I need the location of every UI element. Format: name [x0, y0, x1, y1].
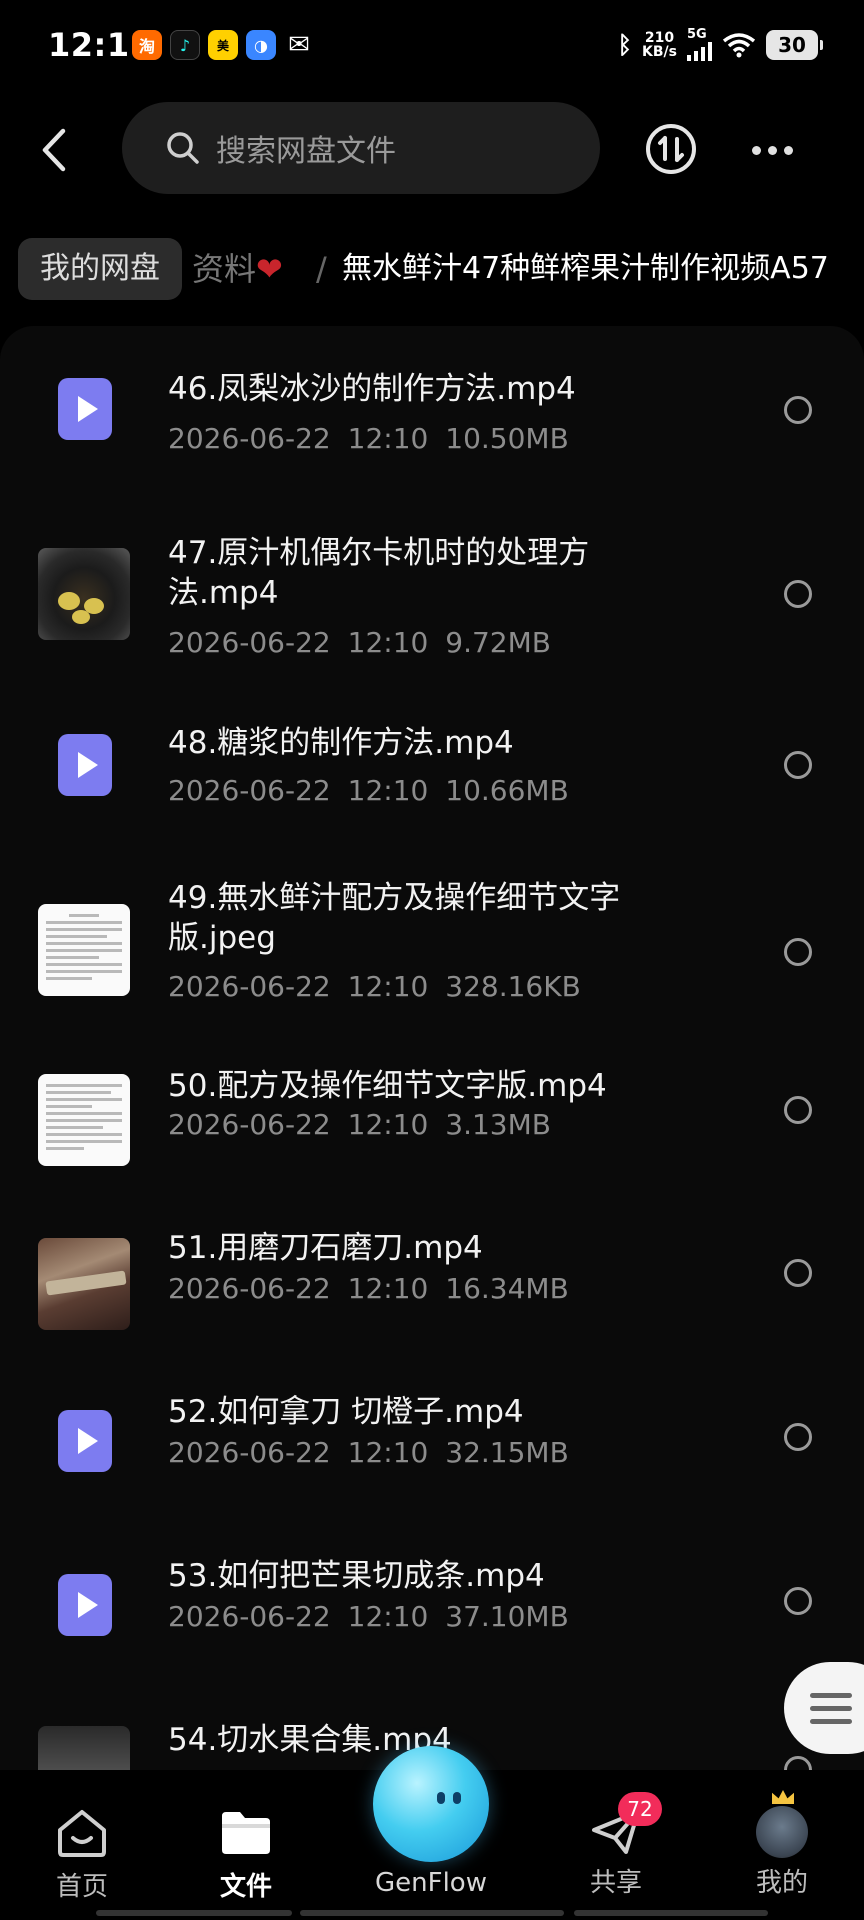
- file-meta: 2026-06-22 12:10 328.16KB: [168, 970, 581, 1003]
- avatar: [756, 1806, 808, 1858]
- file-name: 53.如何把芒果切成条.mp4: [168, 1558, 545, 1594]
- file-row[interactable]: 49.無水鲜汁配方及操作细节文字版.jpeg 2026-06-22 12:10 …: [0, 858, 864, 1042]
- video-file-icon: [58, 734, 112, 796]
- meituan-icon: 美: [208, 30, 238, 60]
- file-meta: 2026-06-22 12:10 10.50MB: [168, 422, 569, 455]
- file-row[interactable]: 50.配方及操作细节文字版.mp4 2026-06-22 12:10 3.13M…: [0, 1042, 864, 1206]
- select-radio[interactable]: [784, 396, 812, 424]
- breadcrumb: 资料❤ / 無水鲜汁47种鲜榨果汁制作视频A57 我的网盘: [0, 236, 864, 306]
- nav-item-home[interactable]: 首页: [22, 1806, 142, 1903]
- folder-icon: [222, 1812, 270, 1854]
- home-icon: [58, 1810, 106, 1857]
- nav-item-share[interactable]: 72 共享: [556, 1792, 676, 1899]
- nav-label-home: 首页: [55, 1872, 108, 1902]
- bluetooth-icon: ᛒ: [617, 30, 633, 59]
- nav-label-genflow: GenFlow: [375, 1868, 487, 1898]
- file-meta: 2026-06-22 12:10 37.10MB: [168, 1600, 569, 1633]
- crown-icon: [772, 1790, 794, 1804]
- select-radio[interactable]: [784, 580, 812, 608]
- heart-icon: ❤: [256, 250, 283, 288]
- file-name: 51.用磨刀石磨刀.mp4: [168, 1230, 483, 1266]
- back-button[interactable]: [30, 120, 78, 180]
- select-radio[interactable]: [784, 751, 812, 779]
- file-name: 49.無水鲜汁配方及操作细节文字版.jpeg: [168, 880, 621, 956]
- video-file-icon: [58, 1574, 112, 1636]
- share-badge: 72: [618, 1792, 662, 1826]
- file-meta: 2026-06-22 12:10 10.66MB: [168, 774, 569, 807]
- nav-item-files[interactable]: 文件: [186, 1806, 306, 1903]
- file-row[interactable]: 47.原汁机偶尔卡机时的处理方法.mp4 2026-06-22 12:10 9.…: [0, 510, 864, 694]
- net-speed-value: 210: [644, 29, 675, 46]
- file-name: 52.如何拿刀 切橙子.mp4: [168, 1394, 524, 1430]
- select-radio[interactable]: [784, 938, 812, 966]
- gesture-bar: [96, 1910, 292, 1916]
- video-thumbnail: [38, 1238, 130, 1330]
- genflow-eye: [437, 1792, 445, 1804]
- file-meta: 2026-06-22 12:10 3.13MB: [168, 1108, 551, 1141]
- video-thumbnail: [38, 548, 130, 640]
- file-row[interactable]: 53.如何把芒果切成条.mp4 2026-06-22 12:10 37.10MB: [0, 1534, 864, 1698]
- file-name: 47.原汁机偶尔卡机时的处理方法.mp4: [168, 535, 590, 611]
- status-bar: 12:11 淘 ♪ 美 ◑ ✉ ᛒ 210 KB/s 5G 30: [0, 0, 864, 96]
- search-icon: [167, 132, 199, 164]
- video-file-icon: [58, 1410, 112, 1472]
- video-thumbnail: [38, 1074, 130, 1166]
- file-row[interactable]: 52.如何拿刀 切橙子.mp4 2026-06-22 12:10 32.15MB: [0, 1370, 864, 1534]
- browser-icon: ◑: [246, 30, 276, 60]
- chevron-left-icon: [42, 128, 66, 172]
- genflow-assistant-button[interactable]: [373, 1746, 489, 1862]
- breadcrumb-item-folder[interactable]: 资料❤: [192, 236, 283, 302]
- select-radio[interactable]: [784, 1096, 812, 1124]
- signal-bars: [687, 41, 712, 61]
- breadcrumb-item-current: 無水鲜汁47种鲜榨果汁制作视频A57: [342, 251, 829, 286]
- file-row[interactable]: 51.用磨刀石磨刀.mp4 2026-06-22 12:10 16.34MB: [0, 1206, 864, 1370]
- nav-label-files: 文件: [219, 1872, 272, 1902]
- breadcrumb-item-home[interactable]: 我的网盘: [18, 238, 182, 300]
- file-name: 46.凤梨冰沙的制作方法.mp4: [168, 371, 576, 407]
- network-speed: 210 KB/s: [642, 31, 677, 59]
- select-radio[interactable]: [784, 1587, 812, 1615]
- sort-icon[interactable]: [644, 122, 698, 176]
- nav-item-mine[interactable]: 我的: [722, 1790, 842, 1899]
- taobao-icon: 淘: [132, 30, 162, 60]
- select-radio[interactable]: [784, 1259, 812, 1287]
- wifi-icon: [722, 32, 756, 57]
- battery-icon: 30: [766, 29, 823, 60]
- file-browser-screen: 12:11 淘 ♪ 美 ◑ ✉ ᛒ 210 KB/s 5G 30 搜索网盘文件 …: [0, 0, 864, 1920]
- file-name: 48.糖浆的制作方法.mp4: [168, 725, 514, 761]
- file-meta: 2026-06-22 12:10 16.34MB: [168, 1272, 569, 1305]
- more-options-icon[interactable]: [748, 130, 796, 170]
- file-name: 50.配方及操作细节文字版.mp4: [168, 1068, 607, 1104]
- select-radio[interactable]: [784, 1423, 812, 1451]
- network-type: 5G: [687, 27, 707, 42]
- nav-label-share: 共享: [589, 1868, 642, 1898]
- video-file-icon: [58, 378, 112, 440]
- status-indicators: ᛒ 210 KB/s 5G 30: [617, 28, 823, 61]
- breadcrumb-separator: /: [316, 250, 327, 288]
- image-thumbnail: [38, 904, 130, 996]
- net-speed-unit: KB/s: [642, 43, 677, 60]
- tiktok-icon: ♪: [170, 30, 200, 60]
- file-meta: 2026-06-22 12:10 32.15MB: [168, 1436, 569, 1469]
- file-list: 46.凤梨冰沙的制作方法.mp4 2026-06-22 12:10 10.50M…: [0, 326, 864, 1786]
- search-input[interactable]: 搜索网盘文件: [122, 102, 600, 194]
- search-placeholder: 搜索网盘文件: [216, 134, 396, 169]
- share-icon-wrap: 72: [588, 1792, 662, 1858]
- gesture-bar: [574, 1910, 768, 1916]
- file-row[interactable]: 48.糖浆的制作方法.mp4 2026-06-22 12:10 10.66MB: [0, 694, 864, 858]
- genflow-eye: [453, 1792, 461, 1804]
- file-row[interactable]: 46.凤梨冰沙的制作方法.mp4 2026-06-22 12:10 10.50M…: [0, 326, 864, 510]
- cellular-signal-icon: 5G: [687, 28, 712, 61]
- avatar-wrap: [754, 1790, 810, 1858]
- notification-icons: 淘 ♪ 美 ◑ ✉: [132, 30, 314, 60]
- nav-label-mine: 我的: [755, 1868, 808, 1898]
- gesture-bar: [300, 1910, 564, 1916]
- file-meta: 2026-06-22 12:10 9.72MB: [168, 626, 551, 659]
- wechat-icon: ✉: [288, 30, 310, 60]
